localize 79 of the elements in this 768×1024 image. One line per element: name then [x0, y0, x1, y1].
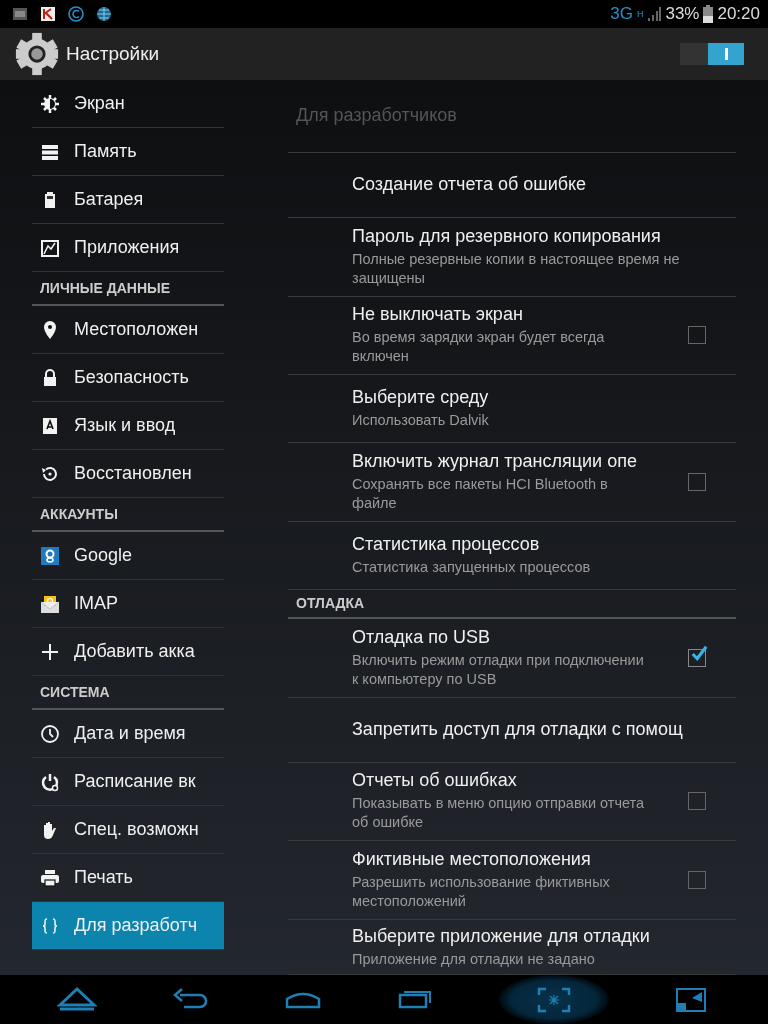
plus-icon [40, 641, 60, 662]
setting-summary: Во время зарядки экран будет всегда включен [352, 328, 606, 367]
account-icon [40, 545, 60, 566]
sidebar-item[interactable]: Дата и время [32, 710, 224, 758]
setting-summary: Использовать Dalvik [352, 411, 490, 431]
setting-summary: Включить режим отладки при подключении к компьютеру по USB [352, 650, 645, 689]
checkbox[interactable] [688, 473, 706, 492]
setting-row[interactable]: Запретить доступ для отладки с помощ [288, 697, 736, 763]
crossed-k-icon [40, 6, 56, 22]
setting-summary: Статистика запущенных процессов [352, 557, 592, 577]
sidebar-item[interactable]: Добавить акка [32, 628, 224, 676]
section-header: ОТЛАДКА [295, 595, 365, 612]
cpu-icon [12, 6, 28, 22]
sidebar-item[interactable]: Язык и ввод [32, 402, 224, 450]
sidebar-item[interactable]: Безопасность [32, 354, 224, 402]
power-schedule-icon [40, 771, 60, 792]
checkbox[interactable] [688, 326, 706, 345]
setting-row[interactable]: Выберите среду Использовать Dalvik [288, 375, 736, 444]
master-switch[interactable] [680, 43, 744, 65]
setting-row[interactable]: Включить журнал трансляции опе Сохранять все пакеты HCI Bluetooth в файле [288, 443, 736, 523]
setting-title: Создание отчета об ошибке [352, 174, 588, 196]
setting-title: Не выключать экран [352, 304, 524, 326]
sidebar-item[interactable]: Местоположен [32, 306, 224, 354]
setting-row[interactable]: Отчеты об ошибках Показывать в меню опцию отправки отчета об ошибке [288, 762, 736, 842]
setting-row[interactable]: Статистика процессов Статистика запущенных процессов [288, 522, 736, 590]
check-icon [689, 644, 709, 663]
setting-row[interactable]: Создание отчета об ошибке [288, 152, 736, 218]
sidebar-item[interactable]: Восстановлен [32, 450, 224, 498]
clock: 20:20 [717, 4, 760, 24]
sidebar-item[interactable]: Расписание вк [32, 758, 224, 806]
globe-icon [96, 6, 112, 22]
clock-icon [40, 723, 60, 744]
sidebar-item[interactable]: IMAP [32, 580, 224, 628]
app-title: Настройки [66, 43, 161, 65]
sidebar-item[interactable]: Спец. возможн [32, 806, 224, 854]
page-title: Для разработчиков [296, 105, 457, 127]
setting-summary: Сохранять все пакеты HCI Bluetooth в файле [352, 475, 609, 514]
setting-title: Включить журнал трансляции опе [352, 451, 638, 473]
brightness-icon [40, 93, 60, 114]
battery-icon [703, 5, 714, 23]
setting-row[interactable]: Фиктивные местоположения Разрешить использование фиктивных местоположений [288, 841, 736, 921]
setting-title: Выберите приложение для отладки [352, 925, 651, 947]
checkbox[interactable] [688, 792, 706, 811]
sidebar-item[interactable]: Google [32, 532, 224, 580]
section-header: СИСТЕМА [39, 684, 110, 700]
setting-row[interactable]: Отладка по USB Включить режим отладки при подключении к компьютеру по USB [288, 618, 736, 698]
section-header: ЛИЧНЫЕ ДАННЫЕ [39, 280, 171, 296]
setting-title: Фиктивные местоположения [352, 849, 592, 871]
setting-row[interactable]: Не выключать экран Во время зарядки экран будет всегда включен [288, 296, 736, 376]
setting-summary: Полные резервные копии в настоящее время не защищены [352, 249, 681, 288]
sidebar-item[interactable]: Для разработч [32, 902, 224, 950]
setting-title: Запретить доступ для отладки с помощ [352, 719, 684, 741]
section-header: АККАУНТЫ [39, 506, 118, 522]
checkbox[interactable] [688, 648, 706, 667]
network-type: 3G [610, 4, 633, 24]
envelope-icon [40, 593, 60, 614]
setting-title: Пароль для резервного копирования [352, 225, 662, 247]
circle-c-icon [68, 6, 84, 22]
printer-icon [40, 867, 60, 888]
setting-row[interactable]: Пароль для резервного копирования Полные резервные копии в настоящее время не защищены [288, 217, 736, 297]
setting-summary: Приложение для отладки не задано [352, 949, 596, 969]
setting-title: Статистика процессов [352, 533, 541, 555]
sidebar-item[interactable]: Батарея [32, 176, 224, 224]
network-mode: H [636, 9, 644, 19]
sidebar-item[interactable]: Экран [32, 80, 224, 128]
settings-icon [14, 31, 60, 77]
setting-title: Выберите среду [352, 387, 490, 409]
battery-percent: 33% [665, 4, 700, 24]
apps-icon [40, 237, 60, 258]
setting-summary: Показывать в меню опцию отправки отчета об ошибке [352, 794, 646, 833]
signal-icon [647, 6, 662, 22]
checkbox[interactable] [688, 871, 706, 890]
sidebar-item[interactable]: Память [32, 128, 224, 176]
curly-braces-icon [40, 915, 60, 936]
keyboard-letter-icon [40, 415, 60, 436]
setting-summary: Разрешить использование фиктивных местоположений [352, 873, 611, 912]
sidebar-item[interactable]: Приложения [32, 224, 224, 272]
setting-title: Отладка по USB [352, 626, 491, 648]
setting-title: Отчеты об ошибках [352, 770, 518, 792]
